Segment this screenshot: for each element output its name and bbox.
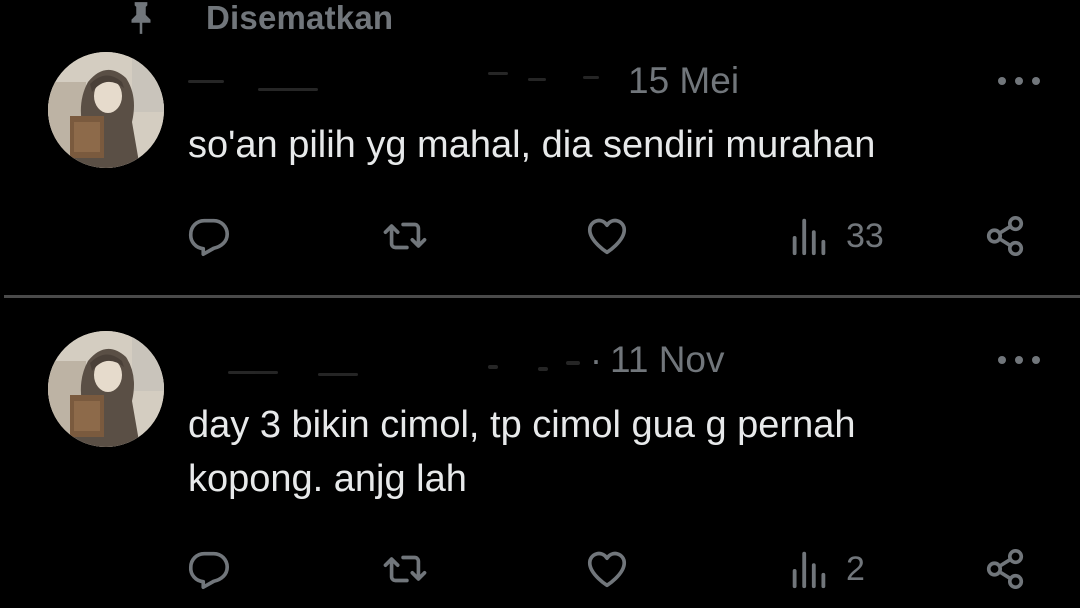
tweet-actions: 2 bbox=[186, 539, 1030, 599]
more-icon[interactable] bbox=[998, 71, 1040, 91]
like-button[interactable] bbox=[584, 539, 630, 599]
pinned-indicator: Disematkan bbox=[120, 0, 393, 36]
share-icon bbox=[986, 215, 1024, 257]
heart-icon bbox=[587, 218, 627, 255]
avatar[interactable] bbox=[48, 52, 164, 168]
views-icon bbox=[792, 551, 826, 589]
share-button[interactable] bbox=[982, 539, 1028, 599]
tweet-actions: 33 bbox=[186, 206, 1030, 266]
retweet-icon bbox=[383, 555, 427, 583]
tweet-divider bbox=[4, 295, 1080, 298]
retweet-icon bbox=[383, 222, 427, 250]
share-button[interactable] bbox=[982, 206, 1028, 266]
tweet[interactable]: 15 Mei so'an pilih yg mahal, dia sendiri… bbox=[0, 40, 1080, 298]
tweet-date[interactable]: 15 Mei bbox=[628, 60, 739, 102]
views-count: 33 bbox=[846, 216, 884, 255]
tweet[interactable]: · 11 Nov day 3 bikin cimol, tp cimol gua… bbox=[0, 299, 1080, 608]
redacted-username bbox=[188, 68, 612, 94]
avatar[interactable] bbox=[48, 331, 164, 447]
tweet-header: · 11 Nov bbox=[188, 337, 1040, 383]
reply-button[interactable] bbox=[186, 539, 232, 599]
tweet-text: so'an pilih yg mahal, dia sendiri muraha… bbox=[188, 124, 876, 166]
more-icon[interactable] bbox=[998, 350, 1040, 370]
redacted-username bbox=[188, 347, 586, 376]
views-button[interactable]: 33 bbox=[786, 206, 884, 266]
tweet-header: 15 Mei bbox=[188, 58, 1040, 104]
date-separator: · bbox=[590, 339, 602, 380]
reply-icon bbox=[188, 551, 230, 590]
heart-icon bbox=[587, 551, 627, 588]
like-button[interactable] bbox=[584, 206, 630, 266]
retweet-button[interactable] bbox=[382, 206, 428, 266]
pin-icon bbox=[131, 2, 151, 34]
views-count: 2 bbox=[846, 549, 865, 588]
retweet-button[interactable] bbox=[382, 539, 428, 599]
pinned-label: Disematkan bbox=[206, 0, 394, 36]
reply-button[interactable] bbox=[186, 206, 232, 266]
reply-icon bbox=[188, 218, 230, 257]
share-icon bbox=[986, 548, 1024, 590]
views-button[interactable]: 2 bbox=[786, 539, 865, 599]
tweet-text: day 3 bikin cimol, tp cimol gua g pernah… bbox=[188, 404, 856, 500]
tweet-date[interactable]: 11 Nov bbox=[610, 339, 725, 381]
views-icon bbox=[792, 218, 826, 256]
